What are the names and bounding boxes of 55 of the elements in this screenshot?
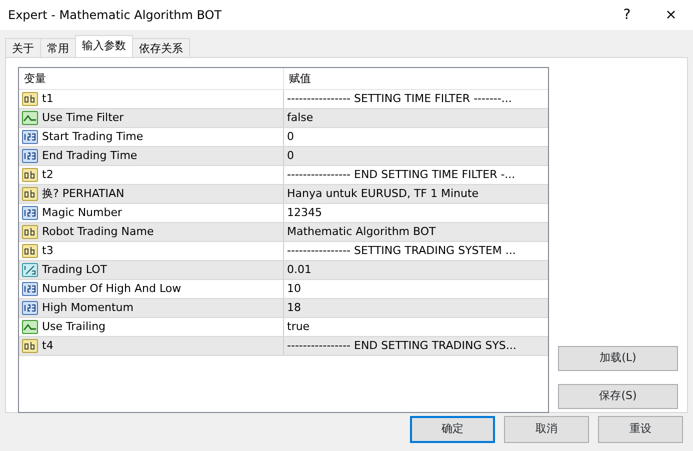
column-header: 赋值 [288, 71, 312, 87]
parameter-value[interactable]: 0 [287, 128, 294, 146]
parameter-value[interactable]: 0 [287, 148, 294, 164]
text-type-icon [22, 92, 38, 106]
parameter-value[interactable]: false [287, 110, 314, 126]
column-header: 变量 [19, 68, 284, 89]
parameter-value[interactable]: ---------------- SETTING TRADING SYSTEM ... [287, 242, 516, 260]
text-type-icon [22, 244, 38, 258]
parameter-value[interactable]: 12345 [287, 204, 322, 222]
parameter-value[interactable]: true [287, 318, 310, 336]
number-type-icon [22, 206, 38, 220]
number-type-icon [22, 149, 38, 163]
fraction-type-icon [22, 263, 38, 277]
parameter-name: t4 [42, 338, 54, 354]
number-type-icon [22, 130, 38, 144]
text-type-icon [22, 225, 38, 239]
parameter-name: t2 [42, 166, 54, 183]
save-button[interactable]: 保存(S) [558, 384, 678, 409]
number-type-icon [22, 301, 38, 315]
parameter-name: Robot Trading Name [42, 224, 154, 240]
reset-button[interactable]: 重设 [598, 416, 683, 443]
load-button[interactable]: 加载(L) [558, 346, 678, 371]
parameter-name: Magic Number [42, 204, 122, 221]
parameter-name: Start Trading Time [42, 128, 144, 145]
parameter-value[interactable]: ---------------- END SETTING TIME FILTER -... [287, 166, 516, 184]
close-button[interactable]: × [649, 4, 693, 26]
parameter-name: t3 [42, 242, 54, 259]
number-type-icon [22, 282, 38, 296]
parameter-value[interactable]: ---------------- END SETTING TRADING SYS... [287, 338, 516, 354]
parameter-name: Use Trailing [42, 318, 106, 335]
parameter-value[interactable]: 18 [287, 300, 301, 316]
cancel-button[interactable]: 取消 [504, 416, 589, 443]
text-type-icon [22, 168, 38, 182]
ok-button[interactable]: 确定 [410, 416, 495, 443]
window-title: Expert - Mathematic Algorithm BOT [8, 7, 223, 24]
parameter-value[interactable]: ---------------- SETTING TIME FILTER -------... [287, 90, 512, 108]
tab[interactable]: 输入参数 [75, 35, 133, 57]
parameter-value[interactable]: Hanya untuk EURUSD, TF 1 Minute [287, 186, 479, 202]
parameter-name: t1 [42, 90, 54, 107]
tab[interactable]: 依存关系 [132, 38, 190, 57]
parameter-name: 换? PERHATIAN [42, 186, 124, 202]
toggle-type-icon [22, 111, 38, 125]
parameter-name: Use Time Filter [42, 110, 124, 126]
parameter-name: High Momentum [42, 300, 134, 316]
text-type-icon [22, 339, 38, 353]
parameter-name: Number Of High And Low [42, 280, 182, 297]
parameter-name: Trading LOT [42, 262, 107, 278]
toggle-type-icon [22, 320, 38, 334]
parameter-value[interactable]: 0.01 [287, 262, 312, 278]
parameter-value[interactable]: Mathematic Algorithm BOT [287, 224, 436, 240]
help-button[interactable]: ? [605, 4, 649, 26]
parameter-value[interactable]: 10 [287, 280, 301, 298]
text-type-icon [22, 187, 38, 201]
parameter-name: End Trading Time [42, 148, 138, 164]
tab[interactable]: 关于 [5, 38, 41, 57]
